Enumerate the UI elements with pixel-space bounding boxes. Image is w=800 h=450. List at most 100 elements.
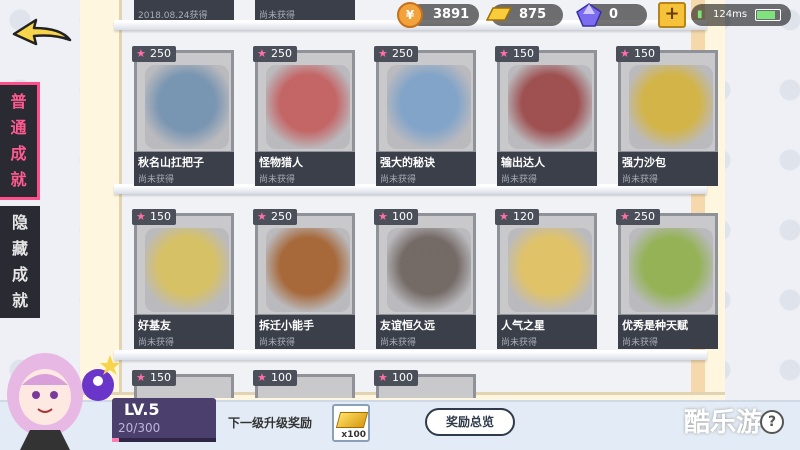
achievement-status: 尚未获得 xyxy=(622,175,659,185)
currency-hud: 3891 ¥ 875 0 + 124ms ▮ xyxy=(395,0,795,30)
reward-count: x100 xyxy=(341,430,366,440)
star-icon: ★ xyxy=(378,47,388,60)
star-icon: ★ xyxy=(136,210,146,223)
points-value: 150 xyxy=(513,47,534,60)
achievement-card[interactable]: ★ 150 强力沙包尚未获得 xyxy=(616,46,718,186)
shelf xyxy=(114,350,707,360)
achievement-name: 优秀是种天赋 xyxy=(622,319,688,332)
achievement-image xyxy=(134,213,234,317)
gem-icon xyxy=(576,3,602,27)
star-icon: ★ xyxy=(499,47,509,60)
points-value: 250 xyxy=(150,47,171,60)
achievement-status: 尚未获得 xyxy=(501,338,538,348)
tab-normal-char: 普 xyxy=(10,92,27,111)
next-level-reward-label: 下一级升级奖励 xyxy=(228,416,313,430)
achievement-card[interactable]: ★ 100 xyxy=(374,370,476,398)
achievement-image xyxy=(497,213,597,317)
points-value: 250 xyxy=(392,47,413,60)
points-value: 250 xyxy=(271,47,292,60)
add-currency-button[interactable]: + xyxy=(658,2,686,28)
achievement-info: 拆迁小能手 尚未获得 xyxy=(255,315,355,349)
achievement-card[interactable]: ★ 100 xyxy=(253,370,355,398)
achievement-name: 好基友 xyxy=(138,319,171,332)
points-badge: ★ 100 xyxy=(374,209,418,225)
achievement-info: 优秀是种天赋 尚未获得 xyxy=(618,315,718,349)
points-value: 150 xyxy=(150,371,171,384)
tab-normal-char: 通 xyxy=(10,118,27,137)
exp-bar xyxy=(112,438,216,442)
achievement-info: 友谊恒久远 尚未获得 xyxy=(376,315,476,349)
achievement-card[interactable]: ★ 150 输出达人尚未获得 xyxy=(495,46,597,186)
achievement-art xyxy=(145,228,229,312)
achievement-image xyxy=(497,50,597,154)
achievement-art xyxy=(508,228,592,312)
points-badge: ★ 250 xyxy=(253,209,297,225)
star-icon: ★ xyxy=(257,47,267,60)
achievement-status: 尚未获得 xyxy=(622,338,659,348)
back-arrow-icon[interactable] xyxy=(6,14,76,48)
points-badge: ★ 150 xyxy=(132,370,176,386)
reward-overview-button[interactable]: 奖励总览 xyxy=(425,408,515,436)
gold-bar-icon xyxy=(485,7,513,21)
achievement-art xyxy=(508,65,592,149)
achievement-status: 尚未获得 xyxy=(380,175,417,185)
level-label: LV.5 xyxy=(124,400,160,419)
star-icon: ★ xyxy=(620,47,630,60)
achievement-info: 强大的秘诀 尚未获得 xyxy=(376,152,476,186)
star-icon: ★ xyxy=(257,210,267,223)
achievement-info: 好基友 尚未获得 xyxy=(134,315,234,349)
mascot-character xyxy=(7,353,120,450)
achievement-status: 尚未获得 xyxy=(501,175,538,185)
achievement-status: 尚未获得 xyxy=(259,175,296,185)
points-badge: ★ 250 xyxy=(374,46,418,62)
reward-item[interactable]: x100 xyxy=(332,404,370,442)
tab-hidden-char: 隐 xyxy=(11,213,28,232)
points-badge: ★ 150 xyxy=(495,46,539,62)
star-icon: ★ xyxy=(620,210,630,223)
achievement-card[interactable]: ★ 250 强大的秘诀尚未获得 xyxy=(374,46,476,186)
points-badge: ★ 150 xyxy=(616,46,660,62)
points-value: 100 xyxy=(392,371,413,384)
points-badge: ★ 250 xyxy=(616,209,660,225)
achievement-art xyxy=(387,65,471,149)
tab-normal-char: 就 xyxy=(10,170,27,189)
star-icon: ★ xyxy=(378,371,388,384)
gold-bar-icon xyxy=(335,412,369,428)
achievement-info: 怪物猎人 尚未获得 xyxy=(255,152,355,186)
achievement-status: 尚未获得 xyxy=(138,338,175,348)
points-value: 100 xyxy=(392,210,413,223)
achievement-art xyxy=(266,65,350,149)
coin-icon: ¥ xyxy=(397,2,423,28)
achievement-name: 秋名山扛把子 xyxy=(138,156,204,169)
exp-bar-fill xyxy=(112,438,119,442)
achievement-name: 强力沙包 xyxy=(622,156,666,169)
help-button[interactable]: ? xyxy=(760,410,784,434)
achievement-card[interactable]: ★ 250 怪物猎人尚未获得 xyxy=(253,46,355,186)
achievement-image xyxy=(618,213,718,317)
achievement-card[interactable]: ★ 250 拆迁小能手 尚未获得 xyxy=(253,209,355,349)
achievement-card[interactable]: ★ 150 xyxy=(132,370,234,398)
battery-icon xyxy=(755,9,781,21)
tab-hidden-achievements[interactable]: 隐 藏 成 就 xyxy=(0,206,40,318)
tab-hidden-char: 成 xyxy=(11,265,28,284)
achievement-status: 尚未获得 xyxy=(138,175,175,185)
achievement-card[interactable]: ★ 150 好基友 尚未获得 xyxy=(132,209,234,349)
achievement-name: 强大的秘诀 xyxy=(380,156,435,169)
achievement-name: 怪物猎人 xyxy=(259,156,303,169)
achievement-card[interactable]: ★ 250 优秀是种天赋 尚未获得 xyxy=(616,209,718,349)
tab-hidden-char: 就 xyxy=(11,291,28,310)
achievement-name: 友谊恒久远 xyxy=(380,319,435,332)
achievement-art xyxy=(629,228,713,312)
star-icon: ★ xyxy=(378,210,388,223)
achievement-info: 人气之星 尚未获得 xyxy=(497,315,597,349)
achievement-card[interactable]: ★ 120 人气之星 尚未获得 xyxy=(495,209,597,349)
achievement-card[interactable]: ★ 250 秋名山扛把子 尚未获得 xyxy=(132,46,234,186)
achievement-card[interactable]: ★ 100 友谊恒久远 尚未获得 xyxy=(374,209,476,349)
achievement-name: 输出达人 xyxy=(501,156,545,169)
achievement-art xyxy=(387,228,471,312)
achievement-status: 尚未获得 xyxy=(259,338,296,348)
exp-text: 20/300 xyxy=(118,421,161,435)
star-icon: ★ xyxy=(257,371,267,384)
points-value: 150 xyxy=(634,47,655,60)
tab-normal-achievements[interactable]: 普 通 成 就 xyxy=(0,82,40,200)
